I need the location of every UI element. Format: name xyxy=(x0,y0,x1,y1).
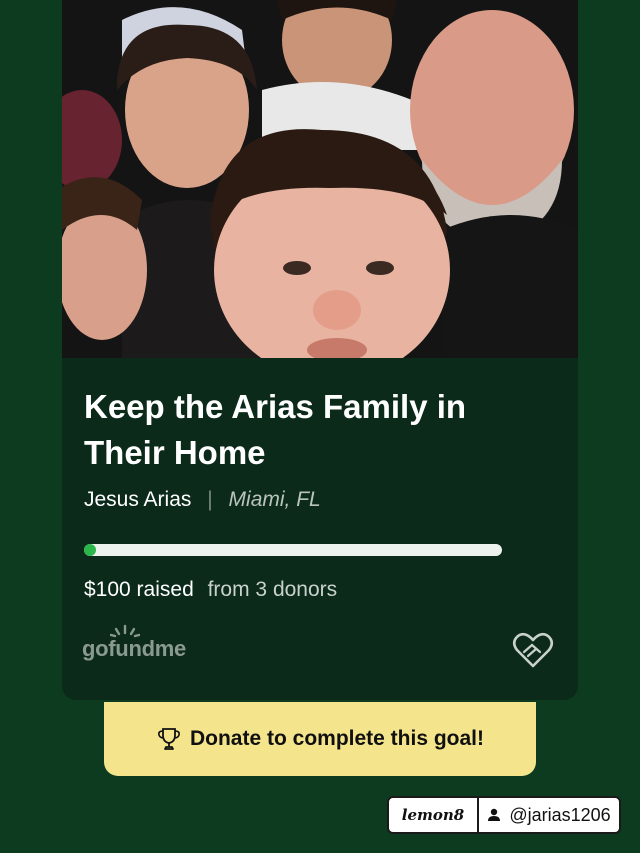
lemon8-logo: lemon8 xyxy=(389,798,479,832)
campaign-meta: Jesus Arias | Miami, FL xyxy=(84,488,321,512)
campaign-card[interactable]: Keep the Arias Family in Their Home Jesu… xyxy=(62,0,578,700)
meta-separator: | xyxy=(207,488,213,511)
progress-fill xyxy=(84,544,96,556)
donor-count: from 3 donors xyxy=(207,578,338,601)
organizer-name: Jesus Arias xyxy=(84,488,192,511)
watermark-user: @jarias1206 xyxy=(479,805,619,826)
lemon8-watermark: lemon8 @jarias1206 xyxy=(387,796,621,834)
donate-button[interactable]: Donate to complete this goal! xyxy=(104,702,536,776)
trophy-icon xyxy=(158,728,180,750)
watermark-username: @jarias1206 xyxy=(509,804,611,825)
raised-summary: $100 raised from 3 donors xyxy=(84,578,337,602)
donate-button-label: Donate to complete this goal! xyxy=(189,727,485,750)
raised-amount: $100 raised xyxy=(84,578,194,601)
progress-bar xyxy=(84,544,502,556)
campaign-photo xyxy=(62,0,578,358)
heart-handshake-icon xyxy=(512,632,554,668)
campaign-location: Miami, FL xyxy=(228,488,321,511)
campaign-title: Keep the Arias Family in Their Home xyxy=(84,388,467,471)
gofundme-logo: gofundme xyxy=(82,636,186,661)
user-icon xyxy=(488,808,501,821)
